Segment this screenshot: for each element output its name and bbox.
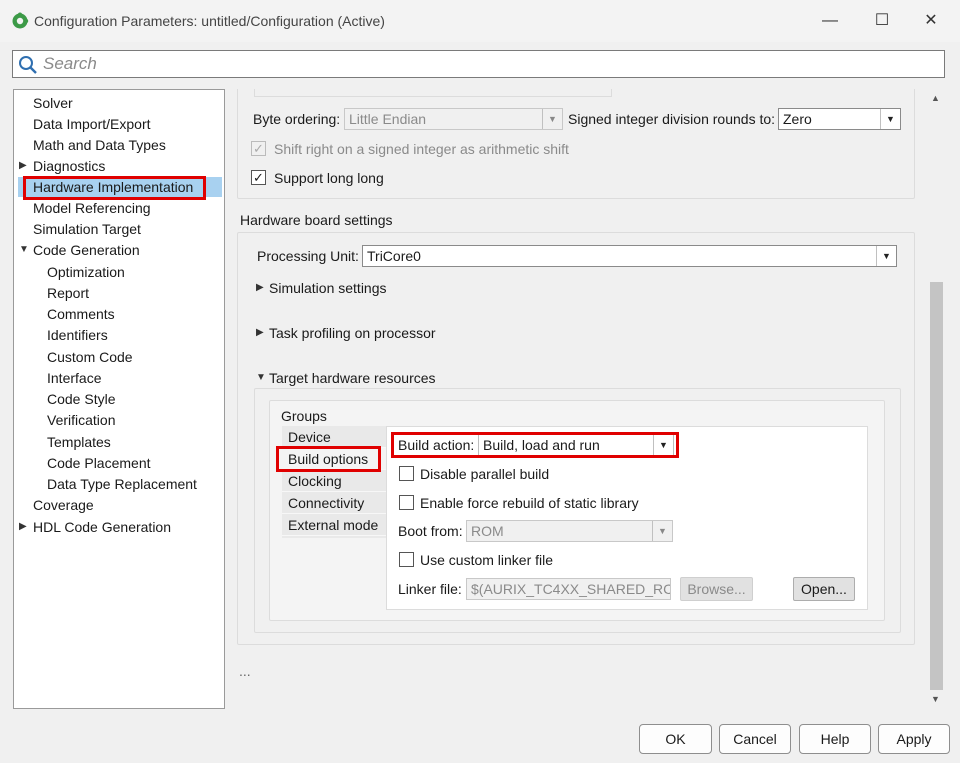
highlight-box <box>276 446 381 472</box>
support-long-long-checkbox[interactable]: ✓ <box>251 170 266 185</box>
browse-button: Browse... <box>680 577 753 601</box>
tree-item-hdl-code-generation[interactable]: HDL Code Generation <box>33 517 171 537</box>
tree-item-simulation-target[interactable]: Simulation Target <box>33 219 141 239</box>
processing-unit-label: Processing Unit: <box>257 248 359 264</box>
dropdown-arrow-icon: ▼ <box>876 246 896 266</box>
search-input[interactable] <box>41 53 921 75</box>
close-button[interactable]: ✕ <box>916 8 946 34</box>
highlight-box <box>23 176 206 200</box>
highlight-box <box>391 432 679 458</box>
tree-item-report[interactable]: Report <box>47 283 89 303</box>
dropdown-arrow-icon: ▼ <box>652 521 672 541</box>
byte-ordering-label: Byte ordering: <box>253 111 341 127</box>
window-title: Configuration Parameters: untitled/Confi… <box>34 13 385 29</box>
group-item-connectivity[interactable]: Connectivity <box>282 492 386 514</box>
cancel-button[interactable]: Cancel <box>719 724 791 754</box>
signed-division-select[interactable]: Zero ▼ <box>778 108 901 130</box>
signed-division-value: Zero <box>783 111 812 127</box>
vertical-scrollbar[interactable]: ▲ ▼ <box>928 89 945 709</box>
boot-from-value: ROM <box>471 523 504 539</box>
minimize-button[interactable]: — <box>815 8 845 34</box>
tree-item-math-data-types[interactable]: Math and Data Types <box>33 135 166 155</box>
tree-item-verification[interactable]: Verification <box>47 410 115 430</box>
tree-item-diagnostics[interactable]: Diagnostics <box>33 156 105 176</box>
collapse-arrow-icon[interactable]: ▼ <box>19 240 29 260</box>
expand-arrow-icon[interactable]: ▶ <box>19 517 29 537</box>
linker-file-label: Linker file: <box>398 581 462 597</box>
apply-button[interactable]: Apply <box>878 724 950 754</box>
open-button[interactable]: Open... <box>793 577 855 601</box>
disable-parallel-build-checkbox[interactable] <box>399 466 414 481</box>
help-button[interactable]: Help <box>799 724 871 754</box>
target-hardware-resources-section[interactable]: Target hardware resources <box>269 369 436 387</box>
simulation-settings-section[interactable]: Simulation settings <box>269 279 387 297</box>
custom-linker-label: Use custom linker file <box>420 552 554 568</box>
tree-item-custom-code[interactable]: Custom Code <box>47 347 133 367</box>
group-item-clocking[interactable]: Clocking <box>282 470 386 492</box>
groups-label: Groups <box>281 408 327 424</box>
signed-division-label: Signed integer division rounds to: <box>568 111 776 127</box>
byte-ordering-select: Little Endian ▼ <box>344 108 563 130</box>
scroll-up-icon[interactable]: ▲ <box>931 93 940 103</box>
linker-file-value: $(AURIX_TC4XX_SHARED_RC <box>471 581 671 597</box>
boot-from-select: ROM ▼ <box>466 520 673 542</box>
search-bar[interactable] <box>12 50 945 78</box>
tree-item-code-generation[interactable]: Code Generation <box>33 240 140 260</box>
shift-right-checkbox: ✓ <box>251 141 266 156</box>
tree-item-solver[interactable]: Solver <box>33 93 73 113</box>
expand-arrow-icon[interactable]: ▶ <box>256 278 266 298</box>
force-rebuild-checkbox[interactable] <box>399 495 414 510</box>
dropdown-arrow-icon: ▼ <box>880 109 900 129</box>
settings-pane: Byte ordering: Little Endian ▼ Signed in… <box>230 89 930 709</box>
task-profiling-section[interactable]: Task profiling on processor <box>269 324 436 342</box>
tree-item-comments[interactable]: Comments <box>47 304 115 324</box>
tree-item-templates[interactable]: Templates <box>47 432 111 452</box>
more-ellipsis: ... <box>239 663 251 679</box>
linker-file-field: $(AURIX_TC4XX_SHARED_RC <box>466 578 671 600</box>
dropdown-arrow-icon: ▼ <box>542 109 562 129</box>
tree-item-data-import-export[interactable]: Data Import/Export <box>33 114 151 134</box>
tree-item-interface[interactable]: Interface <box>47 368 101 388</box>
collapsed-field <box>254 89 612 97</box>
processing-unit-select[interactable]: TriCore0 ▼ <box>362 245 897 267</box>
collapse-arrow-icon[interactable]: ▼ <box>256 368 266 388</box>
group-item-device[interactable]: Device <box>282 426 386 448</box>
support-long-long-label: Support long long <box>274 170 384 186</box>
tree-item-coverage[interactable]: Coverage <box>33 495 94 515</box>
disable-parallel-build-label: Disable parallel build <box>420 466 550 482</box>
ok-button[interactable]: OK <box>639 724 712 754</box>
shift-right-label: Shift right on a signed integer as arith… <box>274 141 569 157</box>
hardware-board-settings-heading: Hardware board settings <box>240 212 393 228</box>
groups-list: Device Build options Clocking Connectivi… <box>282 426 387 538</box>
category-tree: Solver Data Import/Export Math and Data … <box>13 89 225 709</box>
scroll-down-icon[interactable]: ▼ <box>931 694 940 704</box>
tree-item-code-placement[interactable]: Code Placement <box>47 453 151 473</box>
expand-arrow-icon[interactable]: ▶ <box>19 156 29 176</box>
byte-ordering-value: Little Endian <box>349 111 427 127</box>
tree-item-code-style[interactable]: Code Style <box>47 389 115 409</box>
tree-item-model-referencing[interactable]: Model Referencing <box>33 198 151 218</box>
boot-from-label: Boot from: <box>398 523 463 539</box>
group-item-external-mode[interactable]: External mode <box>282 514 386 536</box>
matlab-logo-icon <box>12 12 29 29</box>
search-icon <box>19 56 37 74</box>
expand-arrow-icon[interactable]: ▶ <box>256 323 266 343</box>
title-bar: Configuration Parameters: untitled/Confi… <box>0 0 960 42</box>
tree-item-identifiers[interactable]: Identifiers <box>47 325 108 345</box>
processing-unit-value: TriCore0 <box>367 248 421 264</box>
maximize-button[interactable]: ☐ <box>867 8 897 34</box>
scrollbar-thumb[interactable] <box>930 282 943 690</box>
force-rebuild-label: Enable force rebuild of static library <box>420 495 639 511</box>
tree-item-data-type-replacement[interactable]: Data Type Replacement <box>47 474 197 494</box>
tree-item-optimization[interactable]: Optimization <box>47 262 125 282</box>
custom-linker-checkbox[interactable] <box>399 552 414 567</box>
